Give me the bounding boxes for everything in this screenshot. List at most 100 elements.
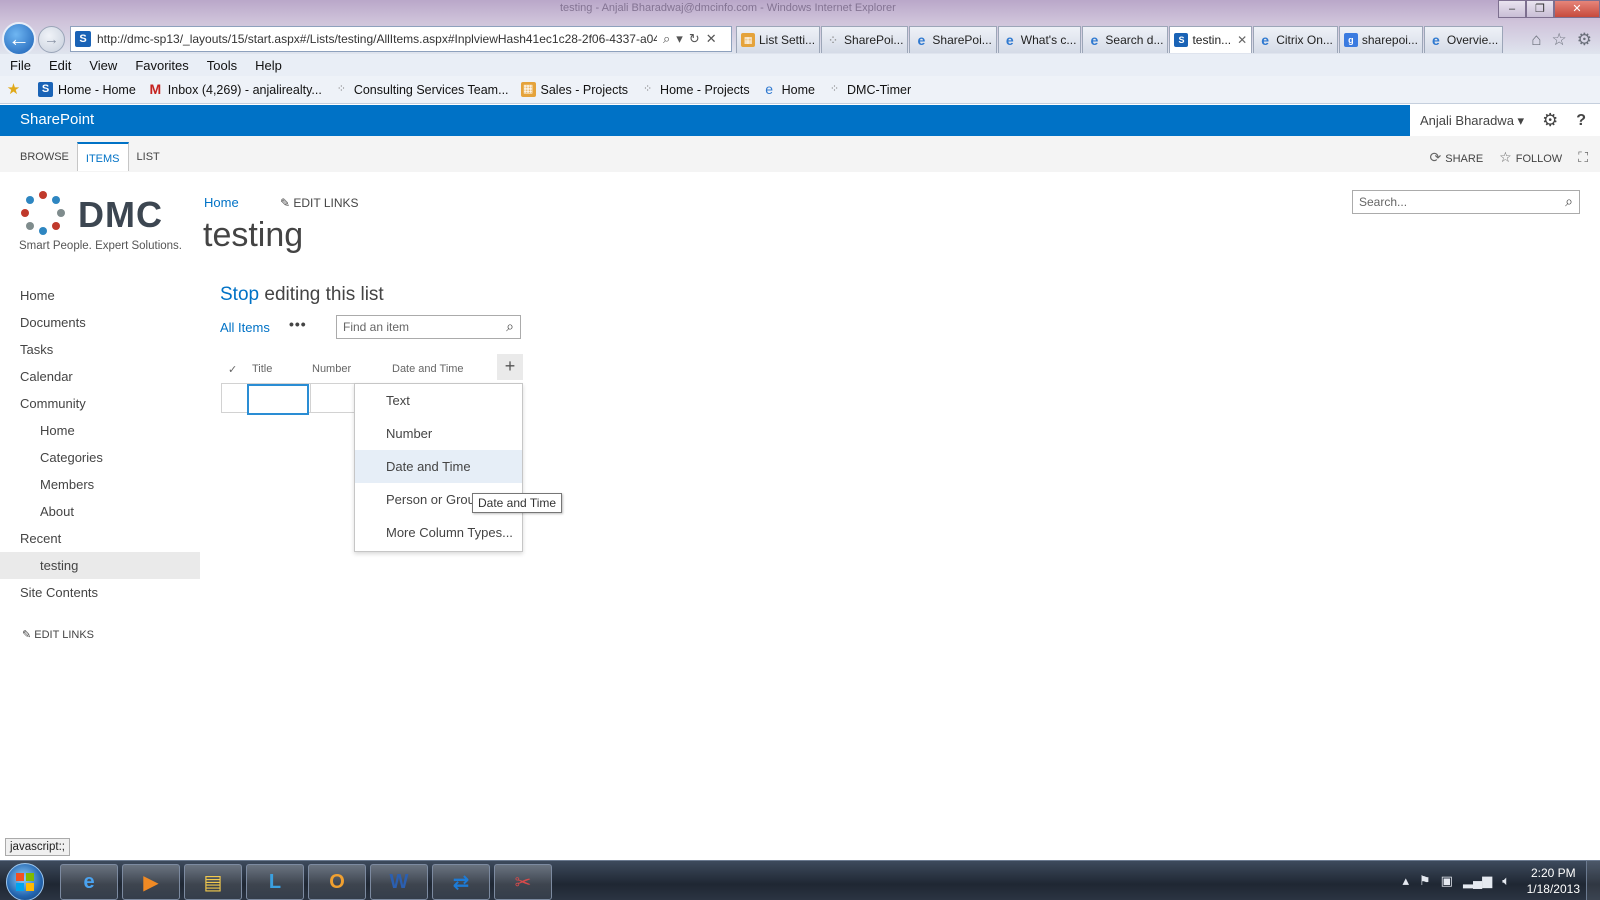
fav-consulting[interactable]: ⁘ Consulting Services Team... bbox=[334, 82, 509, 97]
system-clock[interactable]: 2:20 PM 1/18/2013 bbox=[1527, 865, 1580, 897]
search-icon[interactable]: ⌕ bbox=[506, 318, 514, 335]
fav-dmc-timer[interactable]: ⁘ DMC-Timer bbox=[827, 82, 911, 97]
ql-documents[interactable]: Documents bbox=[0, 309, 200, 336]
taskbar-teamviewer-button[interactable]: ⇄ bbox=[432, 864, 490, 900]
ql-community-home[interactable]: Home bbox=[0, 417, 200, 444]
column-header-title[interactable]: Title bbox=[252, 363, 272, 375]
view-all-items[interactable]: All Items bbox=[220, 320, 270, 335]
ql-recent[interactable]: Recent bbox=[0, 525, 200, 552]
breadcrumb-home[interactable]: Home bbox=[204, 195, 239, 210]
ql-site-contents[interactable]: Site Contents bbox=[0, 579, 200, 606]
sharepoint-brand[interactable]: SharePoint bbox=[20, 111, 94, 128]
column-header-number[interactable]: Number bbox=[312, 363, 351, 375]
forward-button[interactable]: → bbox=[38, 26, 65, 53]
site-search-input[interactable]: Search... ⌕ bbox=[1352, 190, 1580, 214]
menu-tools[interactable]: Tools bbox=[207, 58, 237, 73]
start-button[interactable] bbox=[6, 863, 44, 900]
fav-home-projects[interactable]: ⁘ Home - Projects bbox=[640, 82, 750, 97]
tab-search[interactable]: e Search d... bbox=[1082, 26, 1169, 53]
stop-editing-link[interactable]: Stop bbox=[220, 284, 259, 305]
restore-icon[interactable]: ❐ bbox=[1526, 0, 1554, 18]
ql-about[interactable]: About bbox=[0, 498, 200, 525]
menu-item-more-column-types[interactable]: More Column Types... bbox=[355, 516, 522, 549]
focus-on-content-icon[interactable]: ⛶ bbox=[1578, 149, 1588, 166]
settings-gear-icon[interactable]: ⚙ bbox=[1542, 110, 1558, 131]
tab-list-settings[interactable]: ▦ List Setti... bbox=[736, 26, 821, 53]
search-icon[interactable]: ⌕ bbox=[1565, 193, 1573, 210]
ql-testing[interactable]: testing bbox=[0, 552, 200, 579]
taskbar-snipping-tool-button[interactable]: ✂ bbox=[494, 864, 552, 900]
edit-links-nav[interactable]: ✎ EDIT LINKS bbox=[22, 628, 94, 641]
menu-file[interactable]: File bbox=[10, 58, 31, 73]
signal-icon[interactable]: ▂▄▆ bbox=[1463, 873, 1492, 889]
ribbon-tab-list[interactable]: LIST bbox=[129, 142, 168, 171]
find-item-input[interactable]: Find an item ⌕ bbox=[336, 315, 521, 339]
show-desktop-button[interactable] bbox=[1586, 861, 1600, 900]
menu-favorites[interactable]: Favorites bbox=[135, 58, 188, 73]
tab-sharepoint-2[interactable]: e SharePoi... bbox=[909, 26, 997, 53]
fav-home-home[interactable]: S Home - Home bbox=[38, 82, 136, 97]
back-button[interactable]: ← bbox=[2, 22, 36, 56]
taskbar-word-button[interactable]: W bbox=[370, 864, 428, 900]
loading-icon: ⁘ bbox=[336, 83, 346, 95]
tab-google-sharepoint[interactable]: g sharepoi... bbox=[1338, 26, 1423, 53]
taskbar: e ▶ ▤ L O W ⇄ ✂ ▴ ⚑ ▣ ▂▄▆ 🔈︎ 2:20 PM 1/1… bbox=[0, 860, 1600, 900]
address-bar[interactable]: S http://dmc-sp13/_layouts/15/start.aspx… bbox=[70, 26, 732, 52]
menu-item-date-time[interactable]: Date and Time bbox=[355, 450, 522, 483]
dropdown-icon[interactable]: ▾ bbox=[676, 31, 683, 47]
ql-categories[interactable]: Categories bbox=[0, 444, 200, 471]
favorites-button[interactable]: ★ bbox=[6, 82, 26, 97]
list-icon: ▦ bbox=[741, 33, 755, 47]
user-menu[interactable]: Anjali Bharadwa ▾ bbox=[1420, 113, 1524, 129]
menu-edit[interactable]: Edit bbox=[49, 58, 71, 73]
menu-item-text[interactable]: Text bbox=[355, 384, 522, 417]
follow-button[interactable]: ☆ FOLLOW bbox=[1499, 149, 1562, 166]
show-hidden-icon[interactable]: ▴ bbox=[1402, 873, 1409, 889]
fav-home[interactable]: e Home bbox=[762, 82, 815, 97]
refresh-icon[interactable]: ↻ bbox=[689, 31, 700, 47]
help-icon[interactable]: ? bbox=[1576, 112, 1586, 130]
select-all-checkmark-icon[interactable]: ✓ bbox=[228, 363, 237, 376]
add-column-button[interactable]: + bbox=[497, 354, 523, 380]
ql-home[interactable]: Home bbox=[0, 282, 200, 309]
minimize-icon[interactable]: – bbox=[1498, 0, 1526, 18]
flag-icon[interactable]: ⚑ bbox=[1419, 873, 1431, 889]
address-url[interactable]: http://dmc-sp13/_layouts/15/start.aspx#/… bbox=[97, 32, 657, 46]
tab-overview[interactable]: e Overvie... bbox=[1423, 26, 1504, 53]
home-icon[interactable]: ⌂ bbox=[1531, 30, 1541, 50]
stop-icon[interactable]: ✕ bbox=[706, 31, 717, 47]
column-header-date-time[interactable]: Date and Time bbox=[392, 363, 464, 375]
taskbar-outlook-button[interactable]: O bbox=[308, 864, 366, 900]
favorites-star-icon[interactable]: ☆ bbox=[1552, 30, 1567, 50]
fav-inbox[interactable]: M Inbox (4,269) - anjalirealty... bbox=[148, 82, 321, 97]
taskbar-lync-button[interactable]: L bbox=[246, 864, 304, 900]
ql-community[interactable]: Community bbox=[0, 390, 200, 417]
tab-sharepoint-1[interactable]: ⁘ SharePoi... bbox=[821, 26, 909, 53]
close-tab-icon[interactable]: ✕ bbox=[1237, 33, 1247, 47]
close-icon[interactable]: ✕ bbox=[1554, 0, 1600, 18]
tab-whats-changed[interactable]: e What's c... bbox=[997, 26, 1082, 53]
menu-help[interactable]: Help bbox=[255, 58, 282, 73]
ribbon-tab-browse[interactable]: BROWSE bbox=[12, 142, 77, 171]
ql-tasks[interactable]: Tasks bbox=[0, 336, 200, 363]
edit-links-top[interactable]: ✎ EDIT LINKS bbox=[280, 196, 359, 210]
tab-citrix[interactable]: e Citrix On... bbox=[1253, 26, 1338, 53]
ribbon-tab-items[interactable]: ITEMS bbox=[76, 142, 129, 171]
volume-icon[interactable]: 🔈︎ bbox=[1502, 873, 1510, 889]
search-icon[interactable]: ⌕ bbox=[663, 31, 670, 47]
menu-item-number[interactable]: Number bbox=[355, 417, 522, 450]
share-button[interactable]: ⟳ SHARE bbox=[1430, 149, 1484, 166]
title-cell-editor[interactable] bbox=[247, 384, 309, 415]
ql-calendar[interactable]: Calendar bbox=[0, 363, 200, 390]
taskbar-explorer-button[interactable]: ▤ bbox=[184, 864, 242, 900]
fav-sales-projects[interactable]: ▦ Sales - Projects bbox=[520, 82, 628, 97]
network-device-icon[interactable]: ▣ bbox=[1441, 873, 1453, 889]
taskbar-ie-button[interactable]: e bbox=[60, 864, 118, 900]
tools-gear-icon[interactable]: ⚙ bbox=[1577, 30, 1592, 50]
more-views-ellipsis-icon[interactable]: ••• bbox=[289, 316, 307, 332]
menu-view[interactable]: View bbox=[89, 58, 117, 73]
taskbar-media-player-button[interactable]: ▶ bbox=[122, 864, 180, 900]
ie-icon: e bbox=[917, 32, 926, 48]
tab-testing[interactable]: Stestin... ✕ bbox=[1169, 26, 1253, 53]
ql-members[interactable]: Members bbox=[0, 471, 200, 498]
